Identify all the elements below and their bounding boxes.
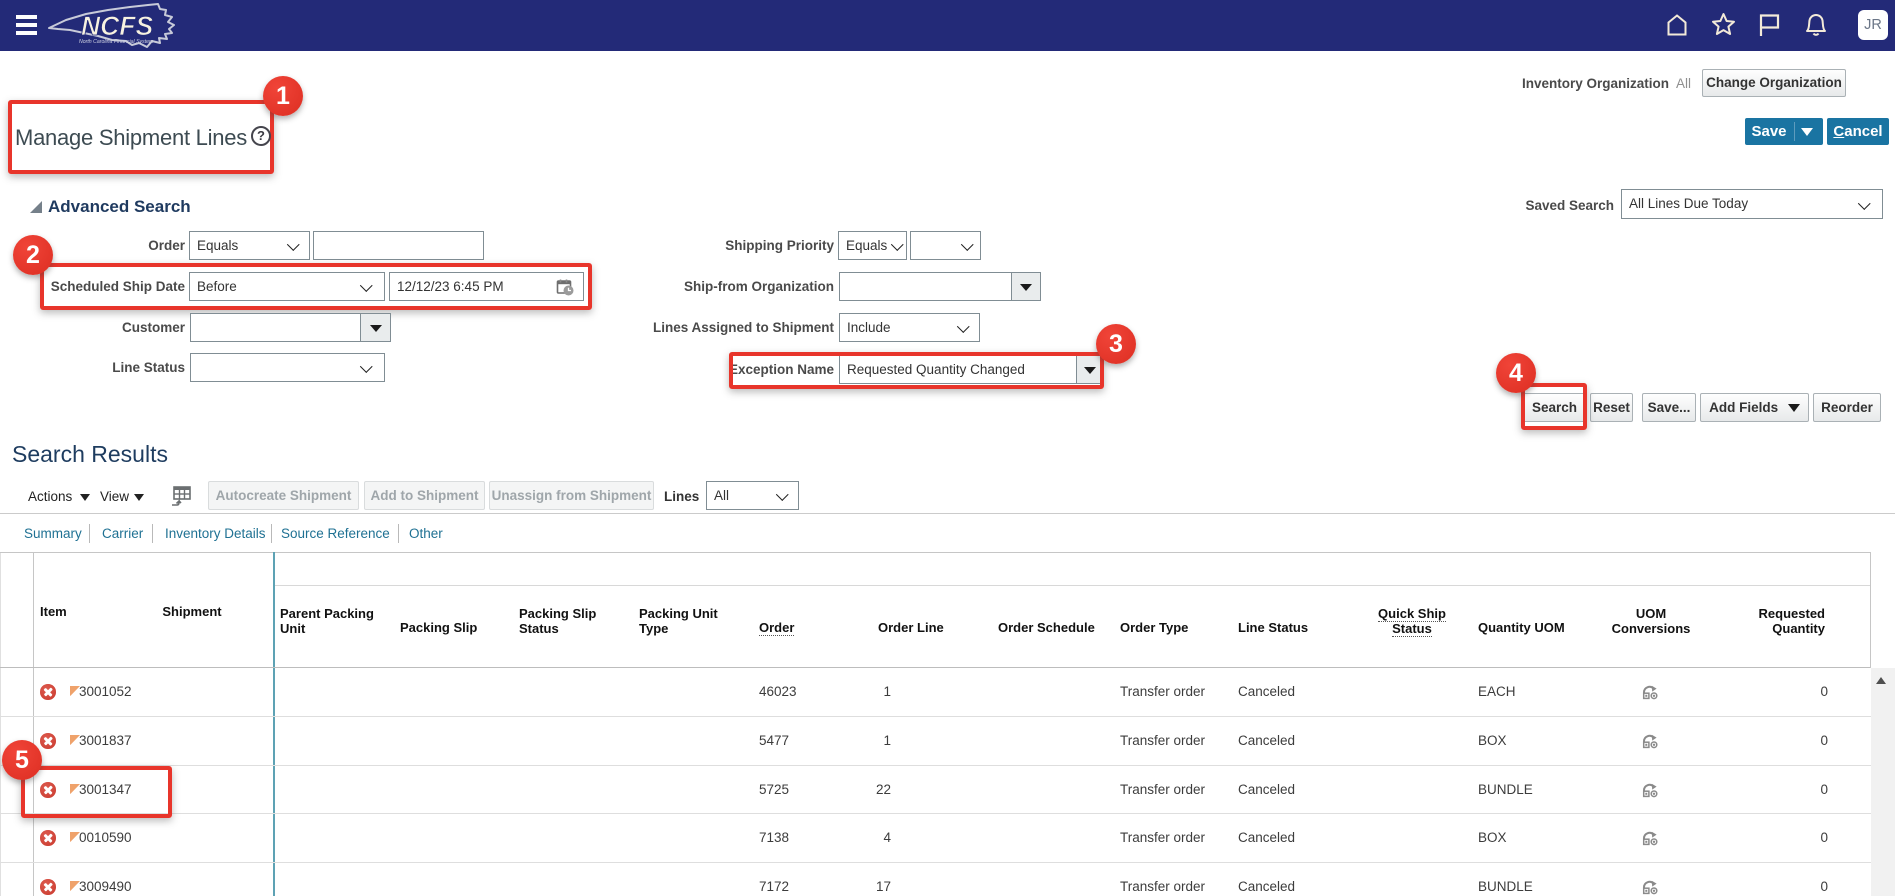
- svg-text:North Carolina Financial Syste: North Carolina Financial System: [79, 39, 154, 45]
- svg-text:NCFS: NCFS: [81, 11, 153, 41]
